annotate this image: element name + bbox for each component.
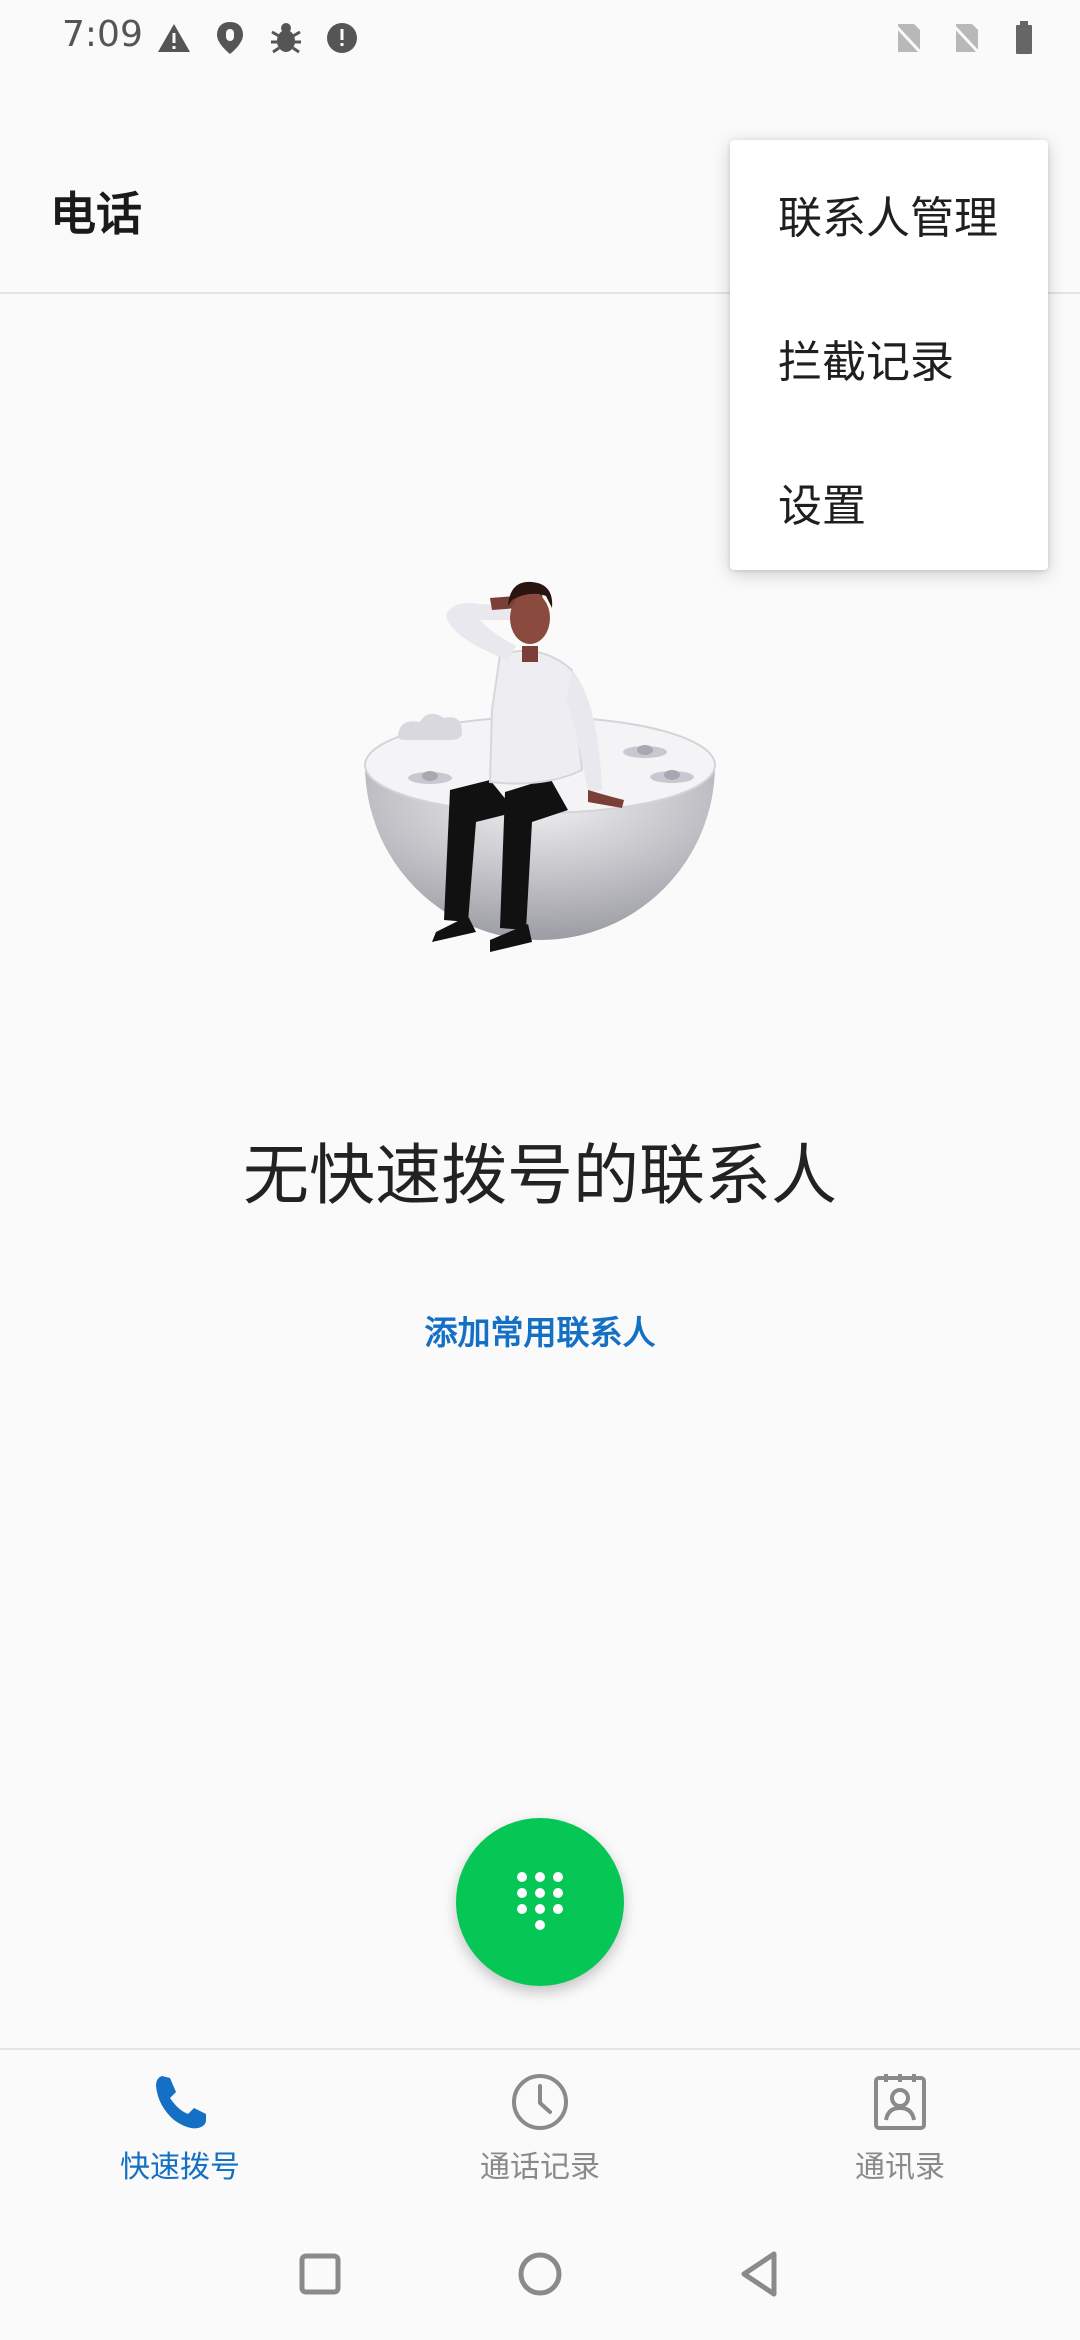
menu-item-contact-management[interactable]: 联系人管理 (778, 182, 998, 246)
nav-tab-call-log[interactable]: 通话记录 (390, 2070, 690, 2200)
nav-label-speed-dial: 快速拨号 (120, 2150, 240, 2185)
dialpad-icon (517, 1872, 563, 1930)
status-bar: 7:09 (0, 0, 1080, 80)
dialpad-fab-button[interactable] (456, 1818, 624, 1986)
alert-icon (327, 23, 357, 53)
nav-tab-speed-dial[interactable]: 快速拨号 (30, 2070, 330, 2200)
no-sim-icon (950, 22, 982, 56)
location-shield-icon (217, 22, 243, 54)
back-triangle-icon[interactable] (730, 2244, 790, 2304)
recents-square-icon[interactable] (290, 2244, 350, 2304)
menu-item-block-records[interactable]: 拦截记录 (778, 326, 954, 390)
warning-icon (158, 24, 190, 52)
home-circle-icon[interactable] (510, 2244, 570, 2304)
clock-icon (512, 2074, 568, 2130)
contacts-icon (874, 2074, 926, 2130)
nav-tab-contacts[interactable]: 通讯录 (750, 2070, 1050, 2200)
status-time: 7:09 (62, 14, 143, 55)
overflow-menu: 联系人管理 拦截记录 设置 (730, 140, 1048, 570)
nav-label-call-log: 通话记录 (480, 2150, 600, 2185)
battery-icon (1016, 21, 1032, 54)
page-title: 电话 (50, 187, 142, 241)
status-icons-right (890, 18, 1042, 58)
menu-item-settings[interactable]: 设置 (778, 470, 866, 534)
empty-state-title: 无快速拨号的联系人 (243, 1137, 837, 1214)
status-icons-left (156, 18, 360, 58)
bottom-navigation: 快速拨号 通话记录 通讯录 (0, 2048, 1080, 2210)
system-navigation-bar (0, 2210, 1080, 2340)
nav-label-contacts: 通讯录 (855, 2150, 945, 2185)
person-sitting-on-hemisphere-illustration (364, 581, 716, 952)
phone-icon (156, 2076, 206, 2129)
add-favorite-contacts-link[interactable]: 添加常用联系人 (0, 1306, 1080, 1354)
no-sim-icon (892, 22, 924, 56)
bug-icon (271, 23, 301, 54)
